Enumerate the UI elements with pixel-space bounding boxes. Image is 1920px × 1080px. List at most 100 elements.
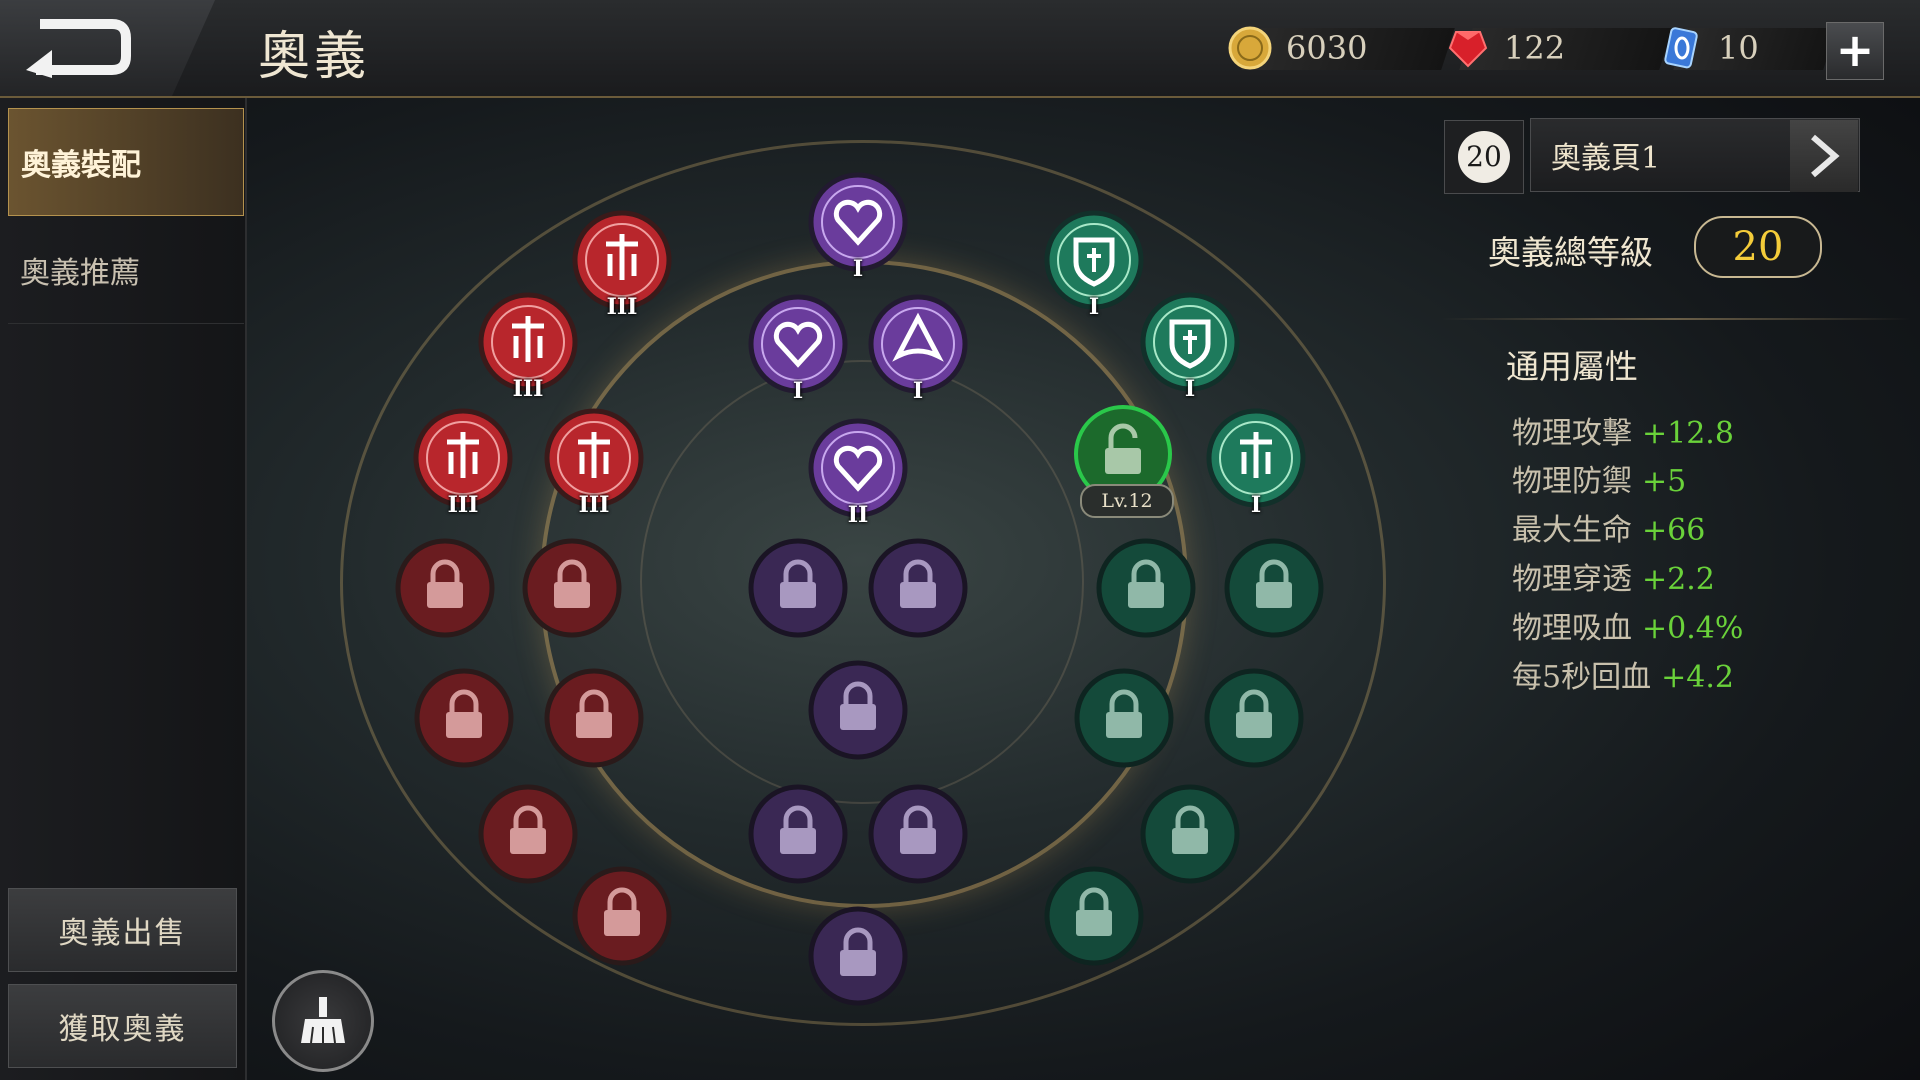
purple-locked-slot[interactable] — [808, 660, 908, 760]
attribute-value: +0.4% — [1642, 611, 1744, 646]
lock-icon — [544, 668, 644, 768]
page-next-button[interactable] — [1790, 120, 1858, 192]
sidebar-item-recommend[interactable]: 奧義推薦 — [8, 216, 244, 324]
page-title: 奧義 — [258, 27, 371, 87]
red-rune-slot[interactable]: III — [544, 408, 644, 518]
sidebar-item-label: 奧義推薦 — [20, 255, 140, 291]
purple-rune-slot[interactable]: I — [748, 294, 848, 404]
rune-rank: III — [578, 492, 610, 518]
rune-rank: I — [792, 378, 804, 404]
attribute-value: +4.2 — [1661, 660, 1734, 695]
lock-icon — [1074, 668, 1174, 768]
sidebar-item-label: 奧義裝配 — [21, 148, 141, 183]
green-locked-slot[interactable] — [1096, 538, 1196, 638]
rune-rank: I — [852, 256, 864, 282]
chevron-right-icon — [1811, 134, 1840, 178]
rune-rank: III — [447, 492, 479, 518]
attributes-title: 通用屬性 — [1506, 347, 1638, 386]
lock-icon — [1096, 538, 1196, 638]
lock-icon — [572, 866, 672, 966]
purple-rune-slot[interactable]: II — [808, 418, 908, 528]
voucher-amount: 10 — [1718, 29, 1759, 67]
sell-button[interactable]: 奧義出售 — [8, 888, 237, 972]
back-arrow-icon — [26, 19, 131, 78]
purple-locked-slot[interactable] — [808, 906, 908, 1006]
green-locked-slot[interactable] — [1140, 784, 1240, 884]
purple-locked-slot[interactable] — [868, 538, 968, 638]
green-locked-slot[interactable] — [1224, 538, 1324, 638]
gold-amount: 6030 — [1286, 29, 1368, 67]
attribute-name: 最大生命 — [1512, 513, 1632, 548]
lock-icon — [1204, 668, 1304, 768]
red-locked-slot[interactable] — [395, 538, 495, 638]
broom-icon — [301, 997, 345, 1044]
sidebar-item-equip[interactable]: 奧義裝配 — [8, 108, 244, 216]
red-locked-slot[interactable] — [478, 784, 578, 884]
add-currency-button[interactable]: + — [1826, 22, 1884, 80]
green-rune-slot[interactable]: I — [1140, 292, 1240, 402]
sidebar: 奧義裝配 奧義推薦 奧義出售 獲取奧義 — [0, 98, 247, 1080]
green-rune-slot[interactable]: I — [1206, 408, 1306, 518]
back-button[interactable] — [0, 0, 215, 96]
lock-icon — [478, 784, 578, 884]
obtain-button[interactable]: 獲取奧義 — [8, 984, 237, 1068]
lock-icon — [868, 538, 968, 638]
clear-runes-button[interactable] — [272, 970, 374, 1072]
top-bar: 奧義 6030 122 10 + — [0, 0, 1920, 98]
rune-rank: I — [1184, 376, 1196, 402]
rune-rank: III — [606, 294, 638, 320]
lock-icon — [1140, 784, 1240, 884]
red-locked-slot[interactable] — [414, 668, 514, 768]
attribute-value: +12.8 — [1642, 416, 1734, 451]
attribute-name: 每5秒回血 — [1512, 660, 1652, 695]
lock-icon — [1044, 866, 1144, 966]
purple-rune-slot[interactable]: I — [868, 294, 968, 404]
red-rune-slot[interactable]: III — [572, 210, 672, 320]
rune-rank: I — [912, 378, 924, 404]
ruby-gem-icon — [1448, 31, 1488, 68]
attribute-value: +66 — [1642, 513, 1706, 548]
attribute-name: 物理防禦 — [1512, 464, 1632, 499]
red-rune-slot[interactable]: III — [478, 292, 578, 402]
lock-icon — [748, 538, 848, 638]
page-count-badge: 20 — [1458, 131, 1510, 183]
purple-rune-slot[interactable]: I — [808, 172, 908, 282]
green-locked-slot[interactable] — [1044, 866, 1144, 966]
divider — [1440, 318, 1910, 320]
gem-currency: 122 — [1446, 22, 1673, 74]
total-level-value: 20 — [1694, 216, 1822, 278]
red-rune-slot[interactable]: III — [413, 408, 513, 518]
attribute-value: +5 — [1642, 464, 1687, 499]
lock-icon — [808, 660, 908, 760]
lock-icon — [414, 668, 514, 768]
lock-icon — [395, 538, 495, 638]
rune-rank: II — [847, 502, 869, 528]
purple-locked-slot[interactable] — [748, 538, 848, 638]
lock-icon — [522, 538, 622, 638]
red-locked-slot[interactable] — [572, 866, 672, 966]
lock-icon — [748, 784, 848, 884]
attribute-name: 物理攻擊 — [1512, 416, 1632, 451]
rune-rank: I — [1250, 492, 1262, 518]
green-locked-slot[interactable] — [1204, 668, 1304, 768]
attribute-name: 物理穿透 — [1512, 562, 1632, 597]
green-locked-slot[interactable] — [1074, 668, 1174, 768]
red-locked-slot[interactable] — [544, 668, 644, 768]
lock-icon — [1224, 538, 1324, 638]
green-rune-slot[interactable]: I — [1044, 210, 1144, 320]
rune-page-count: 20 — [1444, 120, 1524, 194]
total-level-label: 奧義總等級 — [1488, 233, 1653, 272]
rune-rank: I — [1088, 294, 1100, 320]
attribute-value: +2.2 — [1642, 562, 1715, 597]
attribute-row: 物理穿透 +2.2 — [1512, 554, 1715, 598]
lock-icon — [808, 906, 908, 1006]
gold-coin-icon — [1228, 26, 1272, 70]
purple-locked-slot[interactable] — [748, 784, 848, 884]
lock-icon — [868, 784, 968, 884]
attribute-row: 物理吸血 +0.4% — [1512, 603, 1743, 647]
gold-currency: 6030 — [1228, 22, 1455, 74]
unlock-level-badge: Lv.12 — [1080, 484, 1174, 518]
gem-amount: 122 — [1504, 29, 1566, 67]
red-locked-slot[interactable] — [522, 538, 622, 638]
purple-locked-slot[interactable] — [868, 784, 968, 884]
